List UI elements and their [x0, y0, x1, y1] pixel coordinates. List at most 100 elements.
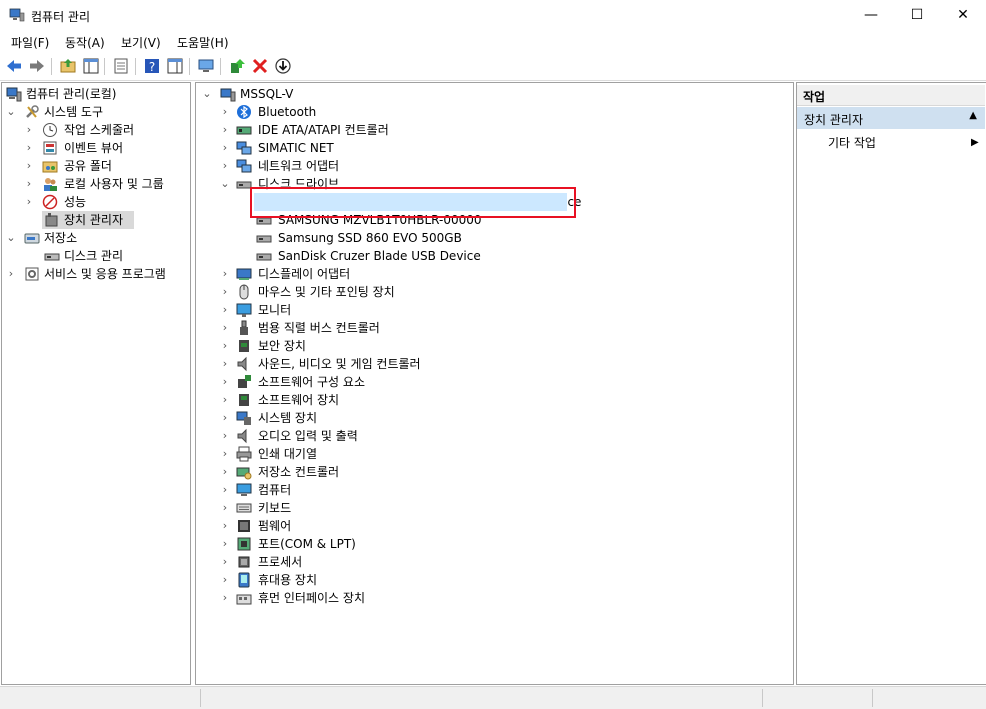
hid-icon [236, 594, 252, 605]
chevron-right-icon[interactable]: › [24, 157, 34, 175]
software-component-icon [238, 375, 251, 388]
chevron-right-icon[interactable]: › [220, 391, 230, 409]
chevron-down-icon[interactable]: ⌄ [202, 85, 212, 103]
printer-icon [236, 446, 252, 462]
system-device-icon [236, 411, 251, 425]
download-icon[interactable] [274, 57, 292, 75]
collapse-up-icon[interactable]: ▲ [969, 110, 977, 121]
chevron-right-icon[interactable]: › [220, 355, 230, 373]
chevron-down-icon[interactable]: ⌄ [6, 103, 16, 121]
svg-text:?: ? [149, 60, 155, 74]
scan-hardware-icon[interactable] [197, 57, 215, 75]
chevron-right-icon[interactable]: › [220, 157, 230, 175]
chevron-right-icon[interactable]: › [24, 139, 34, 157]
computer-icon [236, 483, 252, 496]
device-manager-icon [45, 213, 58, 227]
computer-icon [220, 88, 236, 102]
clock-icon [43, 123, 57, 137]
chevron-right-icon[interactable]: › [24, 193, 34, 211]
chevron-right-icon[interactable]: › [220, 445, 230, 463]
maximize-button[interactable]: ☐ [894, 0, 940, 31]
chevron-right-icon[interactable]: › [220, 103, 230, 121]
submenu-arrow-icon: ▶ [971, 137, 979, 148]
up-folder-icon[interactable] [59, 57, 77, 75]
actions-more-item[interactable]: 기타 작업 ▶ [828, 134, 979, 152]
event-viewer-icon [43, 141, 57, 155]
chevron-right-icon[interactable]: › [220, 499, 230, 517]
actions-header: 작업 [797, 85, 985, 106]
chevron-right-icon[interactable]: › [220, 121, 230, 139]
menu-action[interactable]: 동작(A) [65, 34, 105, 51]
ide-controller-icon [236, 126, 252, 135]
chevron-right-icon[interactable]: › [220, 463, 230, 481]
minimize-button[interactable]: — [848, 0, 894, 31]
close-button[interactable]: ✕ [940, 0, 986, 31]
bluetooth-icon [237, 105, 251, 119]
window-title: 컴퓨터 관리 [31, 10, 91, 24]
help-icon[interactable]: ? [143, 57, 161, 75]
performance-icon [42, 194, 58, 210]
status-bar [0, 686, 986, 709]
firmware-icon [238, 520, 250, 532]
disk-management-icon [44, 253, 60, 261]
storage-controller-icon [236, 467, 252, 480]
actions-pane [796, 82, 986, 685]
chevron-right-icon[interactable]: › [220, 427, 230, 445]
title-bar: 컴퓨터 관리 — ☐ ✕ [0, 0, 986, 32]
sound-icon [237, 356, 247, 372]
menu-help[interactable]: 도움말(H) [177, 34, 229, 51]
display-adapter-icon [236, 268, 252, 280]
actions-section-device-manager[interactable]: 장치 관리자 ▲ [797, 107, 985, 129]
audio-icon [237, 428, 247, 444]
chevron-right-icon[interactable]: › [220, 139, 230, 157]
chevron-right-icon[interactable]: › [220, 283, 230, 301]
chevron-down-icon[interactable]: ⌄ [220, 175, 230, 193]
shared-folder-icon [42, 161, 58, 173]
network-adapter-icon [236, 159, 252, 173]
chevron-right-icon[interactable]: › [220, 481, 230, 499]
action-pane-icon[interactable] [166, 57, 184, 75]
update-driver-icon[interactable] [228, 57, 246, 75]
chevron-right-icon[interactable]: › [220, 301, 230, 319]
chevron-right-icon[interactable]: › [220, 553, 230, 571]
network-icon [236, 141, 252, 155]
port-icon [237, 537, 251, 551]
menu-view[interactable]: 보기(V) [121, 34, 161, 51]
services-icon [25, 267, 39, 281]
users-icon [44, 178, 57, 191]
chevron-right-icon[interactable]: › [220, 589, 230, 607]
toolbar: ? [0, 53, 986, 81]
chevron-down-icon[interactable]: ⌄ [6, 229, 16, 247]
storage-icon [24, 233, 40, 244]
highlight-box [250, 187, 576, 218]
chevron-right-icon[interactable]: › [24, 175, 34, 193]
chevron-right-icon[interactable]: › [6, 265, 16, 283]
computer-management-icon [9, 8, 25, 22]
back-arrow-icon[interactable] [5, 57, 23, 75]
chevron-right-icon[interactable]: › [220, 265, 230, 283]
show-hide-tree-icon[interactable] [82, 57, 100, 75]
device-tree-pane: ⌄ MSSQL-V › Bluetooth › IDE ATA/ATAPI 컨트롤러 ›… [195, 82, 794, 685]
console-tree-pane: 컴퓨터 관리(로컬) ⌄ 시스템 도구 › 작업 스케줄러 › 이벤트 뷰어 ›… [1, 82, 191, 685]
processor-icon [238, 556, 250, 568]
mouse-icon [239, 284, 249, 300]
chevron-right-icon[interactable]: › [220, 319, 230, 337]
chevron-right-icon[interactable]: › [24, 121, 34, 139]
properties-icon[interactable] [112, 57, 130, 75]
security-device-icon [239, 340, 249, 352]
menu-file[interactable]: 파일(F) [11, 34, 49, 51]
forward-arrow-icon[interactable] [28, 57, 46, 75]
chevron-right-icon[interactable]: › [220, 535, 230, 553]
disk-icon [256, 253, 272, 261]
menu-bar: 파일(F) 동작(A) 보기(V) 도움말(H) [0, 31, 986, 53]
chevron-right-icon[interactable]: › [220, 409, 230, 427]
uninstall-icon[interactable] [251, 57, 269, 75]
tools-icon [26, 105, 39, 118]
chevron-right-icon[interactable]: › [220, 571, 230, 589]
keyboard-icon [236, 503, 252, 513]
monitor-icon [236, 303, 252, 317]
disk-icon [256, 235, 272, 243]
chevron-right-icon[interactable]: › [220, 373, 230, 391]
chevron-right-icon[interactable]: › [220, 337, 230, 355]
chevron-right-icon[interactable]: › [220, 517, 230, 535]
